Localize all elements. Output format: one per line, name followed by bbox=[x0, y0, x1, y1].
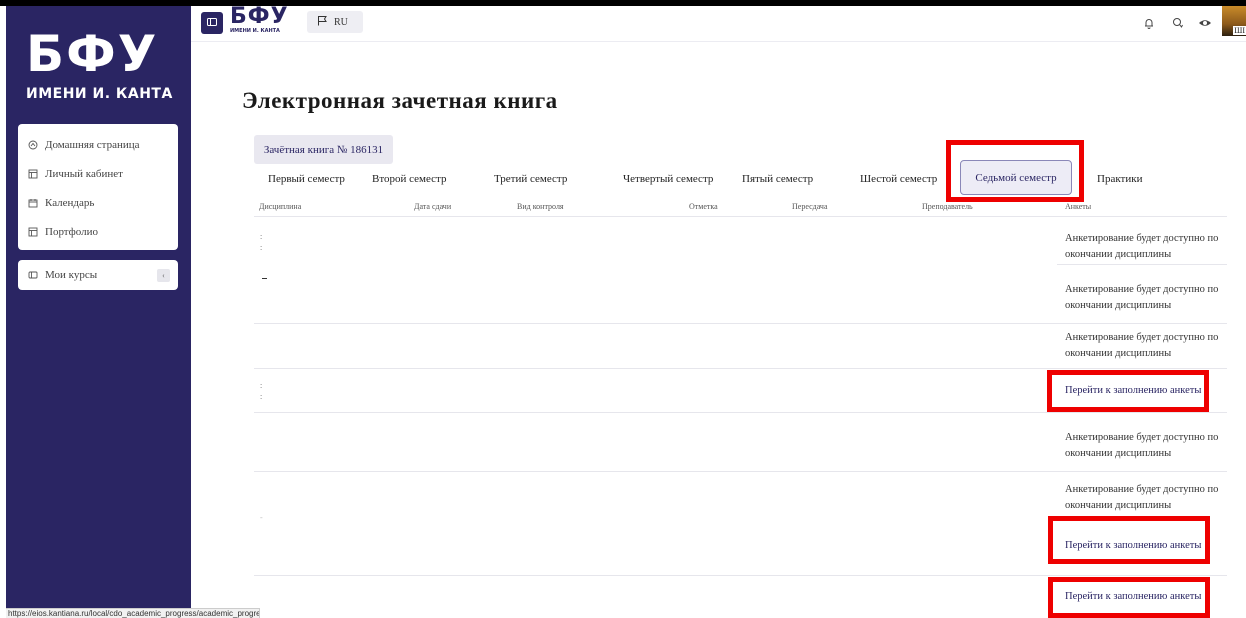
sidebar-item-label: Календарь bbox=[45, 196, 95, 209]
sidebar-toggle-icon bbox=[207, 14, 217, 32]
header-logo-text: БФУ bbox=[230, 4, 289, 29]
column-header-discipline[interactable]: Дисциплина bbox=[259, 202, 301, 211]
column-header-control-type[interactable]: Вид контроля bbox=[517, 202, 564, 211]
collapse-chevron-icon[interactable]: ‹ bbox=[157, 269, 170, 282]
gradebook-tab[interactable]: Зачётная книга № 186131 bbox=[254, 135, 393, 164]
highlight-box-survey bbox=[1048, 516, 1210, 564]
tab-semester-2[interactable]: Второй семестр bbox=[372, 173, 446, 185]
tab-semester-3[interactable]: Третий семестр bbox=[494, 173, 567, 185]
language-label: RU bbox=[334, 16, 348, 28]
survey-status: Анкетирование будет доступно по окончани… bbox=[1065, 484, 1219, 511]
sidebar-logo[interactable]: БФУ ИМЕНИ И. КАНТА bbox=[26, 24, 173, 102]
sidebar-item-label: Мои курсы bbox=[45, 269, 98, 281]
table-row-marker bbox=[262, 278, 267, 279]
highlight-box-semester bbox=[946, 140, 1084, 202]
avatar-label: ШІ bbox=[1233, 26, 1246, 35]
row-divider bbox=[254, 412, 1227, 413]
column-header-date[interactable]: Дата сдачи bbox=[414, 202, 451, 211]
survey-status: Анкетирование будет доступно по окончани… bbox=[1065, 233, 1219, 260]
highlight-box-survey bbox=[1048, 577, 1210, 618]
sidebar-item-cabinet[interactable]: Личный кабинет bbox=[18, 159, 178, 188]
avatar[interactable]: ШІ bbox=[1222, 6, 1246, 36]
survey-status: Анкетирование будет доступно по окончани… bbox=[1065, 284, 1219, 311]
flag-icon bbox=[317, 15, 334, 29]
highlight-box-survey bbox=[1047, 370, 1209, 412]
home-icon bbox=[28, 140, 38, 150]
row-divider bbox=[254, 323, 1227, 324]
table-row-marker: :: bbox=[260, 232, 263, 252]
status-bar-url: https://eios.kantiana.ru/local/cdo_acade… bbox=[6, 608, 260, 618]
table-row-marker: :: bbox=[260, 381, 263, 401]
sidebar-toggle-button[interactable] bbox=[201, 12, 223, 34]
table-row-marker: - bbox=[260, 513, 263, 522]
chat-icon[interactable] bbox=[1171, 16, 1185, 30]
header-logo[interactable]: БФУ ИМЕНИ И. КАНТА bbox=[230, 4, 289, 35]
sidebar-item-label: Личный кабинет bbox=[45, 167, 123, 180]
table-header-divider bbox=[254, 216, 1227, 217]
cabinet-icon bbox=[28, 169, 38, 179]
portfolio-icon bbox=[28, 227, 38, 237]
header-logo-subtitle: ИМЕНИ И. КАНТА bbox=[230, 28, 280, 34]
sidebar: БФУ ИМЕНИ И. КАНТА Домашняя страница Лич… bbox=[6, 6, 191, 618]
row-divider bbox=[1057, 264, 1227, 265]
column-header-retake[interactable]: Пересдача bbox=[792, 202, 828, 211]
calendar-icon bbox=[28, 198, 38, 208]
survey-status: Анкетирование будет доступно по окончани… bbox=[1065, 432, 1219, 459]
page-title: Электронная зачетная книга bbox=[242, 88, 558, 113]
sidebar-item-label: Портфолио bbox=[45, 225, 98, 238]
logo-subtitle: ИМЕНИ И. КАНТА bbox=[26, 86, 173, 102]
sidebar-item-portfolio[interactable]: Портфолио bbox=[18, 217, 178, 246]
tab-practices[interactable]: Практики bbox=[1097, 173, 1142, 185]
sidebar-item-home[interactable]: Домашняя страница bbox=[18, 130, 178, 159]
column-header-grade[interactable]: Отметка bbox=[689, 202, 718, 211]
courses-icon bbox=[28, 270, 38, 280]
eye-icon[interactable] bbox=[1198, 16, 1212, 30]
row-divider bbox=[254, 471, 1227, 472]
top-header: БФУ ИМЕНИ И. КАНТА RU ШІ bbox=[191, 6, 1246, 42]
tab-semester-5[interactable]: Пятый семестр bbox=[742, 173, 813, 185]
logo-text: БФУ bbox=[26, 25, 159, 83]
bell-icon[interactable] bbox=[1142, 16, 1156, 30]
column-header-teacher[interactable]: Преподаватель bbox=[922, 202, 973, 211]
language-button[interactable]: RU bbox=[307, 11, 363, 33]
sidebar-item-my-courses[interactable]: Мои курсы ‹ bbox=[18, 260, 178, 290]
column-header-surveys[interactable]: Анкеты bbox=[1065, 202, 1091, 211]
tab-semester-1[interactable]: Первый семестр bbox=[268, 173, 345, 185]
row-divider bbox=[254, 575, 1227, 576]
sidebar-item-calendar[interactable]: Календарь bbox=[18, 188, 178, 217]
sidebar-menu: Домашняя страница Личный кабинет Календа… bbox=[18, 124, 178, 250]
survey-status: Анкетирование будет доступно по окончани… bbox=[1065, 332, 1219, 359]
sidebar-item-label: Домашняя страница bbox=[45, 138, 140, 151]
tab-semester-6[interactable]: Шестой семестр bbox=[860, 173, 937, 185]
tab-semester-4[interactable]: Четвертый семестр bbox=[623, 173, 713, 185]
row-divider bbox=[254, 368, 1227, 369]
